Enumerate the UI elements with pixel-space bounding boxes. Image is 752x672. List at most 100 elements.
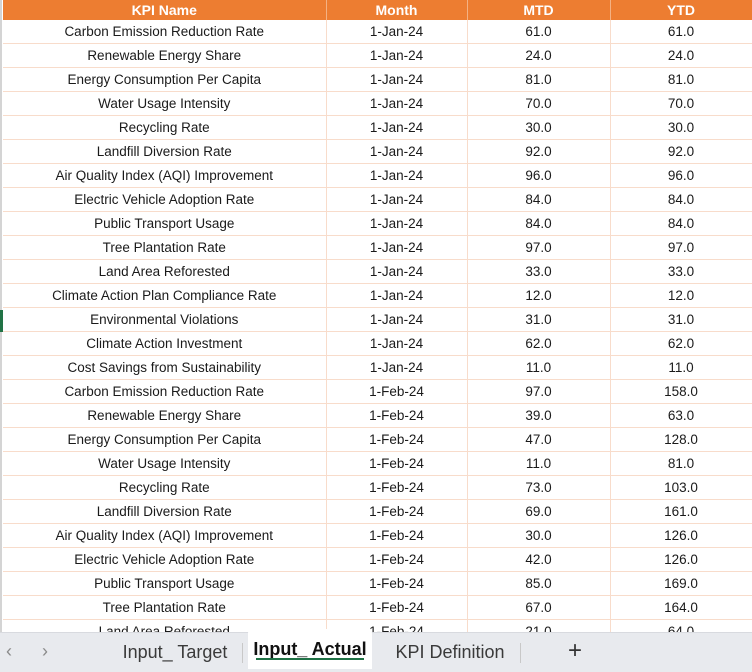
kpi-name-cell[interactable]: Landfill Diversion Rate: [3, 499, 327, 524]
kpi-name-cell[interactable]: Public Transport Usage: [3, 571, 327, 596]
mtd-cell[interactable]: 42.0: [467, 547, 611, 572]
ytd-cell[interactable]: 84.0: [610, 187, 752, 212]
month-cell[interactable]: 1-Feb-24: [326, 379, 468, 404]
ytd-cell[interactable]: 30.0: [610, 115, 752, 140]
ytd-cell[interactable]: 92.0: [610, 139, 752, 164]
mtd-cell[interactable]: 33.0: [467, 259, 611, 284]
kpi-name-cell[interactable]: Air Quality Index (AQI) Improvement: [3, 163, 327, 188]
tab-input-actual[interactable]: Input_ Actual: [248, 629, 372, 669]
mtd-cell[interactable]: 11.0: [467, 355, 611, 380]
mtd-cell[interactable]: 67.0: [467, 595, 611, 620]
month-cell[interactable]: 1-Feb-24: [326, 523, 468, 548]
kpi-name-cell[interactable]: Public Transport Usage: [3, 211, 327, 236]
ytd-cell[interactable]: 33.0: [610, 259, 752, 284]
header-month[interactable]: Month: [326, 0, 468, 20]
kpi-name-cell[interactable]: Carbon Emission Reduction Rate: [3, 379, 327, 404]
mtd-cell[interactable]: 47.0: [467, 427, 611, 452]
month-cell[interactable]: 1-Feb-24: [326, 595, 468, 620]
month-cell[interactable]: 1-Feb-24: [326, 475, 468, 500]
kpi-name-cell[interactable]: Land Area Reforested: [3, 259, 327, 284]
ytd-cell[interactable]: 96.0: [610, 163, 752, 188]
tab-input-target[interactable]: Input_ Target: [112, 633, 238, 671]
mtd-cell[interactable]: 84.0: [467, 187, 611, 212]
month-cell[interactable]: 1-Jan-24: [326, 187, 468, 212]
mtd-cell[interactable]: 97.0: [467, 379, 611, 404]
mtd-cell[interactable]: 12.0: [467, 283, 611, 308]
kpi-name-cell[interactable]: Recycling Rate: [3, 475, 327, 500]
month-cell[interactable]: 1-Jan-24: [326, 211, 468, 236]
kpi-name-cell[interactable]: Tree Plantation Rate: [3, 595, 327, 620]
chevron-right-icon[interactable]: ›: [42, 641, 48, 662]
mtd-cell[interactable]: 39.0: [467, 403, 611, 428]
month-cell[interactable]: 1-Jan-24: [326, 283, 468, 308]
kpi-name-cell[interactable]: Renewable Energy Share: [3, 43, 327, 68]
kpi-name-cell[interactable]: Air Quality Index (AQI) Improvement: [3, 523, 327, 548]
mtd-cell[interactable]: 96.0: [467, 163, 611, 188]
ytd-cell[interactable]: 61.0: [610, 20, 752, 44]
kpi-name-cell[interactable]: Water Usage Intensity: [3, 91, 327, 116]
header-mtd[interactable]: MTD: [467, 0, 611, 20]
ytd-cell[interactable]: 11.0: [610, 355, 752, 380]
mtd-cell[interactable]: 21.0: [467, 619, 611, 632]
kpi-name-cell[interactable]: Energy Consumption Per Capita: [3, 427, 327, 452]
mtd-cell[interactable]: 69.0: [467, 499, 611, 524]
month-cell[interactable]: 1-Jan-24: [326, 91, 468, 116]
mtd-cell[interactable]: 97.0: [467, 235, 611, 260]
month-cell[interactable]: 1-Jan-24: [326, 235, 468, 260]
kpi-name-cell[interactable]: Landfill Diversion Rate: [3, 139, 327, 164]
kpi-name-cell[interactable]: Cost Savings from Sustainability: [3, 355, 327, 380]
mtd-cell[interactable]: 24.0: [467, 43, 611, 68]
month-cell[interactable]: 1-Jan-24: [326, 163, 468, 188]
ytd-cell[interactable]: 31.0: [610, 307, 752, 332]
month-cell[interactable]: 1-Jan-24: [326, 355, 468, 380]
ytd-cell[interactable]: 12.0: [610, 283, 752, 308]
ytd-cell[interactable]: 169.0: [610, 571, 752, 596]
kpi-name-cell[interactable]: Electric Vehicle Adoption Rate: [3, 547, 327, 572]
mtd-cell[interactable]: 70.0: [467, 91, 611, 116]
header-ytd[interactable]: YTD: [610, 0, 752, 20]
month-cell[interactable]: 1-Feb-24: [326, 427, 468, 452]
ytd-cell[interactable]: 81.0: [610, 451, 752, 476]
ytd-cell[interactable]: 164.0: [610, 595, 752, 620]
ytd-cell[interactable]: 126.0: [610, 523, 752, 548]
ytd-cell[interactable]: 84.0: [610, 211, 752, 236]
ytd-cell[interactable]: 161.0: [610, 499, 752, 524]
header-kpi-name[interactable]: KPI Name: [3, 0, 327, 20]
ytd-cell[interactable]: 81.0: [610, 67, 752, 92]
month-cell[interactable]: 1-Feb-24: [326, 451, 468, 476]
mtd-cell[interactable]: 73.0: [467, 475, 611, 500]
month-cell[interactable]: 1-Feb-24: [326, 547, 468, 572]
mtd-cell[interactable]: 31.0: [467, 307, 611, 332]
kpi-name-cell[interactable]: Recycling Rate: [3, 115, 327, 140]
kpi-name-cell[interactable]: Climate Action Plan Compliance Rate: [3, 283, 327, 308]
ytd-cell[interactable]: 70.0: [610, 91, 752, 116]
month-cell[interactable]: 1-Jan-24: [326, 67, 468, 92]
mtd-cell[interactable]: 62.0: [467, 331, 611, 356]
month-cell[interactable]: 1-Jan-24: [326, 139, 468, 164]
month-cell[interactable]: 1-Jan-24: [326, 43, 468, 68]
kpi-name-cell[interactable]: Electric Vehicle Adoption Rate: [3, 187, 327, 212]
ytd-cell[interactable]: 62.0: [610, 331, 752, 356]
kpi-name-cell[interactable]: Water Usage Intensity: [3, 451, 327, 476]
ytd-cell[interactable]: 128.0: [610, 427, 752, 452]
month-cell[interactable]: 1-Feb-24: [326, 499, 468, 524]
mtd-cell[interactable]: 11.0: [467, 451, 611, 476]
mtd-cell[interactable]: 92.0: [467, 139, 611, 164]
mtd-cell[interactable]: 85.0: [467, 571, 611, 596]
month-cell[interactable]: 1-Jan-24: [326, 20, 468, 44]
ytd-cell[interactable]: 103.0: [610, 475, 752, 500]
ytd-cell[interactable]: 158.0: [610, 379, 752, 404]
mtd-cell[interactable]: 81.0: [467, 67, 611, 92]
kpi-name-cell[interactable]: Climate Action Investment: [3, 331, 327, 356]
mtd-cell[interactable]: 84.0: [467, 211, 611, 236]
ytd-cell[interactable]: 24.0: [610, 43, 752, 68]
kpi-name-cell[interactable]: Carbon Emission Reduction Rate: [3, 20, 327, 44]
mtd-cell[interactable]: 30.0: [467, 523, 611, 548]
month-cell[interactable]: 1-Jan-24: [326, 259, 468, 284]
month-cell[interactable]: 1-Feb-24: [326, 403, 468, 428]
kpi-name-cell[interactable]: Energy Consumption Per Capita: [3, 67, 327, 92]
kpi-name-cell[interactable]: Environmental Violations: [3, 307, 327, 332]
mtd-cell[interactable]: 61.0: [467, 20, 611, 44]
month-cell[interactable]: 1-Feb-24: [326, 571, 468, 596]
mtd-cell[interactable]: 30.0: [467, 115, 611, 140]
